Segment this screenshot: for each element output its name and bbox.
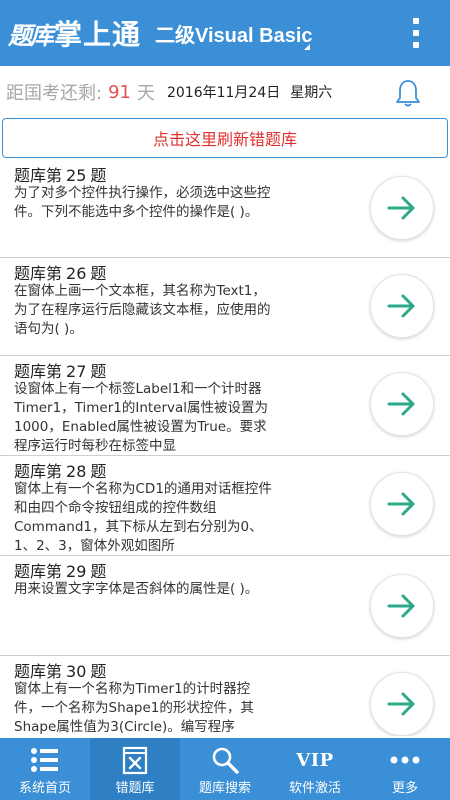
question-text: 窗体上有一个名称为CD1的通用对话框控件和由四个命令按钮组成的控件数组Comma… xyxy=(14,481,272,554)
list-item[interactable]: 题库第 26 题 在窗体上画一个文本框，其名称为Text1，为了在程序运行后隐藏该文… xyxy=(0,258,450,356)
question-title: 题库第 26 题 xyxy=(14,264,107,283)
search-icon xyxy=(212,747,239,774)
logo-prefix: 题库 xyxy=(8,20,54,50)
question-title: 题库第 27 题 xyxy=(14,362,107,381)
wrong-question-list: 题库第 25 题 为了对多个控件执行操作，必须选中这些控件。下列不能选中多个控件的操… xyxy=(0,160,450,738)
nav-home[interactable]: 系统首页 xyxy=(0,738,90,800)
more-icon xyxy=(390,756,420,764)
corner-tick-icon xyxy=(304,44,310,50)
vip-icon: VIP xyxy=(296,749,334,771)
nav-more-label: 更多 xyxy=(391,781,418,796)
question-text: 设窗体上有一个标签Label1和一个计时器Timer1，Timer1的Inter… xyxy=(14,381,269,454)
nav-more[interactable]: 更多 xyxy=(360,738,450,800)
arrow-right-icon xyxy=(387,594,415,618)
open-question-button[interactable] xyxy=(370,176,434,240)
nav-wrong-questions-label: 错题库 xyxy=(115,781,155,796)
open-question-button[interactable] xyxy=(370,574,434,638)
list-icon xyxy=(31,748,58,772)
open-question-button[interactable] xyxy=(370,372,434,436)
arrow-right-icon xyxy=(387,196,415,220)
overflow-menu-icon[interactable] xyxy=(412,18,420,48)
question-text: 用来设置文字字体是否斜体的属性是( )。 xyxy=(14,581,259,597)
list-item[interactable]: 题库第 25 题 为了对多个控件执行操作，必须选中这些控件。下列不能选中多个控件的操… xyxy=(0,160,450,258)
list-item[interactable]: 题库第 30 题 窗体上有一个名称为Timer1的计时器控件，一个名称为Shape1… xyxy=(0,656,450,736)
countdown-bar: 距国考还剩: 91 天 2016年11月24日 星期六 xyxy=(0,66,450,118)
refresh-wrong-questions-button[interactable]: 点击这里刷新错题库 xyxy=(2,118,448,158)
bottom-navigation: 系统首页 错题库 题库搜索 VIP 软件激活 更多 xyxy=(0,738,450,800)
arrow-right-icon xyxy=(387,392,415,416)
error-book-icon xyxy=(122,746,148,775)
arrow-right-icon xyxy=(387,692,415,716)
exam-subtitle: 二级Visual Basic xyxy=(155,24,313,47)
arrow-right-icon xyxy=(387,492,415,516)
countdown-days: 91 xyxy=(108,81,131,103)
list-item[interactable]: 题库第 27 题 设窗体上有一个标签Label1和一个计时器Timer1，Timer… xyxy=(0,356,450,456)
current-weekday: 星期六 xyxy=(290,85,333,101)
nav-activate-label: 软件激活 xyxy=(288,781,341,796)
question-title: 题库第 28 题 xyxy=(14,462,107,481)
question-title: 题库第 25 题 xyxy=(14,166,107,185)
nav-home-label: 系统首页 xyxy=(18,781,71,796)
open-question-button[interactable] xyxy=(370,274,434,338)
list-item[interactable]: 题库第 28 题 窗体上有一个名称为CD1的通用对话框控件和由四个命令按钮组成的控件… xyxy=(0,456,450,556)
open-question-button[interactable] xyxy=(370,672,434,736)
current-date: 2016年11月24日 xyxy=(166,85,281,101)
question-text: 为了对多个控件执行操作，必须选中这些控件。下列不能选中多个控件的操作是( )。 xyxy=(14,185,271,220)
question-title: 题库第 29 题 xyxy=(14,562,107,581)
question-text: 在窗体上画一个文本框，其名称为Text1，为了在程序运行后隐藏该文本框，应使用的… xyxy=(14,283,271,337)
countdown-unit: 天 xyxy=(136,83,155,104)
list-item[interactable]: 题库第 29 题 用来设置文字字体是否斜体的属性是( )。 xyxy=(0,556,450,656)
nav-search-label: 题库搜索 xyxy=(198,781,251,796)
countdown-label: 距国考还剩: xyxy=(6,83,103,104)
open-question-button[interactable] xyxy=(370,472,434,536)
question-text: 窗体上有一个名称为Timer1的计时器控件，一个名称为Shape1的形状控件，其… xyxy=(14,681,254,735)
nav-search[interactable]: 题库搜索 xyxy=(180,738,270,800)
bell-icon[interactable] xyxy=(394,78,422,108)
question-title: 题库第 30 题 xyxy=(14,662,107,681)
arrow-right-icon xyxy=(387,294,415,318)
app-header: 题库 掌上通 二级Visual Basic xyxy=(0,0,450,66)
logo-main: 掌上通 xyxy=(54,18,142,51)
nav-activate[interactable]: VIP 软件激活 xyxy=(270,738,360,800)
nav-wrong-questions[interactable]: 错题库 xyxy=(90,738,180,800)
